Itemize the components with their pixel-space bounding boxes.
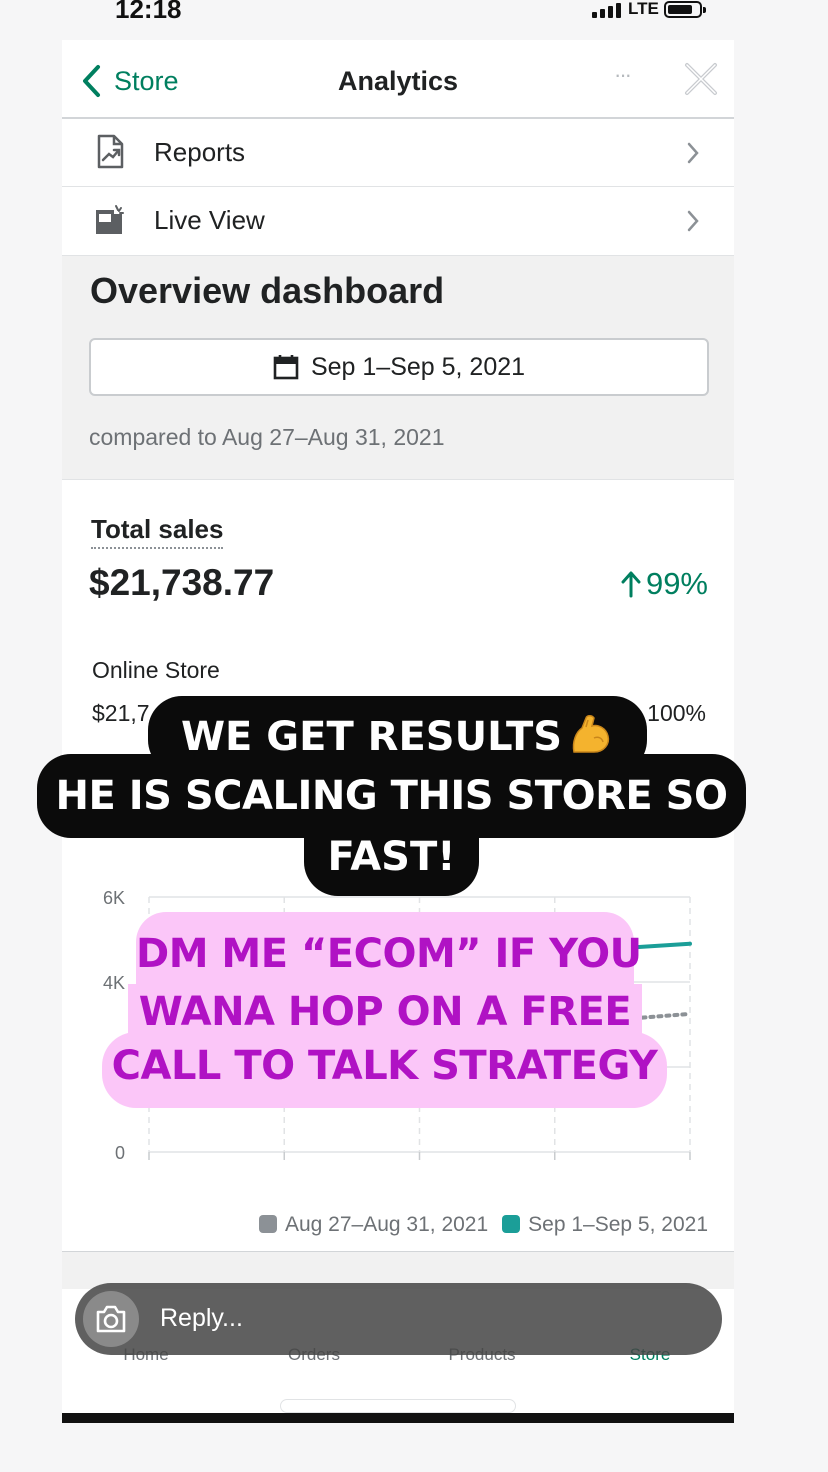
chevron-right-icon — [687, 210, 699, 232]
compared-text: compared to Aug 27–Aug 31, 2021 — [89, 424, 445, 450]
legend-item-current[interactable]: Sep 1–Sep 5, 2021 — [502, 1213, 708, 1237]
reply-input[interactable]: Reply... — [160, 1304, 243, 1333]
menu-label-live-view: Live View — [154, 205, 265, 235]
date-range-button[interactable]: Sep 1–Sep 5, 2021 — [89, 338, 709, 396]
status-time: 12:18 — [115, 0, 182, 24]
close-icon[interactable] — [682, 60, 720, 98]
flexed-biceps-icon — [572, 715, 610, 753]
network-label: LTE — [628, 0, 659, 18]
story-cta-line-3: CALL TO TALK STRATEGY — [102, 1032, 667, 1108]
date-range-label: Sep 1–Sep 5, 2021 — [310, 352, 526, 381]
story-cta-line-1: DM ME “ECOM” IF YOU — [136, 912, 642, 994]
home-indicator — [280, 1399, 516, 1413]
screen-bottom-edge — [62, 1413, 734, 1423]
camera-icon — [96, 1305, 126, 1333]
channel-value: $21,7 — [92, 700, 150, 726]
chart-legend: Aug 27–Aug 31, 2021 Sep 1–Sep 5, 2021 — [62, 1210, 734, 1240]
y-tick-label: 6K — [103, 888, 125, 908]
chevron-right-icon — [687, 142, 699, 164]
y-tick-label: 0 — [115, 1143, 125, 1160]
story-text-line-3: FAST! — [304, 820, 479, 896]
live-view-icon — [96, 205, 124, 234]
overview-section: Overview dashboard Sep 1–Sep 5, 2021 com… — [62, 255, 734, 479]
nav-bar: Store Analytics ··· — [62, 40, 734, 119]
total-sales-label[interactable]: Total sales — [91, 514, 224, 549]
total-sales-value: $21,738.77 — [89, 562, 275, 603]
legend-item-previous[interactable]: Aug 27–Aug 31, 2021 — [258, 1213, 489, 1237]
menu-label-reports: Reports — [154, 137, 246, 167]
signal-icon — [592, 2, 621, 18]
legend-swatch-previous — [258, 1215, 277, 1233]
legend-label-previous: Aug 27–Aug 31, 2021 — [284, 1213, 489, 1236]
reply-bar[interactable]: Reply... — [75, 1283, 722, 1355]
menu-item-live-view[interactable]: Live View — [62, 187, 734, 255]
camera-button[interactable] — [83, 1291, 139, 1347]
channel-percent: 100% — [647, 700, 706, 726]
page-title: Analytics — [337, 66, 459, 96]
legend-label-current: Sep 1–Sep 5, 2021 — [528, 1213, 708, 1236]
channel-label: Online Store — [92, 657, 220, 683]
reports-icon — [97, 134, 124, 169]
arrow-up-icon — [621, 571, 641, 598]
y-tick-label: 4K — [103, 973, 125, 993]
overview-title: Overview dashboard — [90, 270, 445, 311]
total-sales-change: 99% — [620, 566, 708, 602]
legend-swatch-current — [502, 1215, 521, 1233]
more-icon[interactable]: ··· — [614, 62, 632, 88]
status-bar: 12:18 LTE — [0, 0, 828, 30]
total-sales-change-value: 99% — [645, 566, 708, 601]
calendar-icon — [273, 355, 299, 380]
battery-icon — [664, 1, 706, 18]
menu-item-reports[interactable]: Reports — [62, 119, 734, 187]
